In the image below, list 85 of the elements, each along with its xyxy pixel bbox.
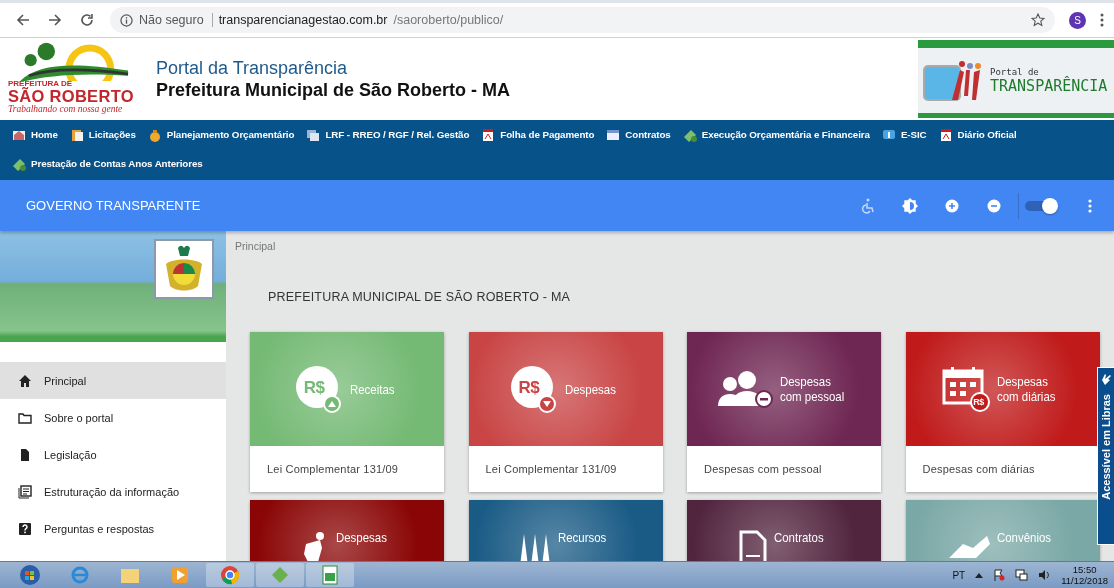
portal-title: Portal da Transparência: [156, 57, 349, 79]
table-icon: [606, 127, 621, 142]
card-title: Receitas: [349, 381, 395, 397]
file-icon: [18, 447, 32, 462]
nav-link[interactable]: Execução Orçamentária e Financeira: [682, 120, 870, 149]
card-title: Despesas com diárias: [997, 374, 1056, 404]
home-icon: [18, 373, 32, 388]
network-icon[interactable]: [1015, 569, 1029, 581]
flag-icon[interactable]: [993, 569, 1006, 581]
breadcrumb: Principal: [235, 240, 277, 252]
speaker-icon[interactable]: [1038, 569, 1052, 581]
star-icon[interactable]: [1031, 13, 1045, 27]
moneybag-icon: [147, 127, 162, 142]
more-icon: [1088, 198, 1092, 213]
banner-title: TRANSPARÊNCIA: [990, 76, 1108, 95]
page-heading: PREFEITURA MUNICIPAL DE SÃO ROBERTO - MA: [268, 290, 572, 304]
municipality-title: Prefeitura Municipal de São Roberto - MA: [156, 79, 512, 101]
card-title: Convênios: [996, 530, 1051, 545]
folder-icon: [18, 410, 32, 425]
nav-link[interactable]: Licitações: [69, 120, 136, 149]
url-host: transparencianagestao.com.br: [218, 13, 388, 27]
clipboard-icon: [69, 127, 84, 142]
nav-link[interactable]: Diário Oficial: [938, 120, 1017, 149]
nav-link[interactable]: Contratos: [606, 120, 671, 149]
card-caption: Lei Complementar 131/09: [266, 462, 400, 477]
coat-of-arms: [154, 239, 214, 299]
toggle-switch[interactable]: [1018, 192, 1058, 219]
libras-tab[interactable]: Acessível em Libras: [1097, 367, 1114, 545]
dashboard-card[interactable]: Contratos: [687, 500, 881, 561]
reload-button[interactable]: [78, 11, 96, 29]
card-title: Despesas: [336, 530, 387, 545]
nav-link[interactable]: Prestação de Contas Anos Anteriores: [12, 149, 203, 178]
libras-label: Acessível em Libras: [1100, 394, 1112, 500]
card-title: Recursos: [558, 530, 607, 545]
sidebar-item[interactable]: Perguntas e respostas: [0, 510, 226, 547]
stack-icon: [306, 127, 321, 142]
menu-icon[interactable]: [1100, 13, 1104, 27]
sidebar-item[interactable]: Estruturação da informação: [0, 473, 226, 510]
card-caption: Lei Complementar 131/09: [484, 462, 618, 477]
help-icon: [18, 521, 32, 536]
tray-arrow-icon[interactable]: [975, 572, 984, 578]
sidebar-item[interactable]: Legislação: [0, 436, 226, 473]
nav-link[interactable]: Planejamento Orçamentário: [147, 120, 295, 149]
nav-link[interactable]: LRF - RREO / RGF / Rel. Gestão: [306, 120, 470, 149]
sidebar-item[interactable]: Principal: [0, 362, 226, 399]
people-icon: [715, 369, 774, 409]
dashboard-card[interactable]: Despesas com pessoal Despesas com pessoal: [687, 332, 881, 492]
card-title: Despesas com pessoal: [779, 374, 844, 404]
hand-icon: [1100, 372, 1112, 386]
pdf-file-icon: [938, 127, 953, 142]
banner-caption: Portal de: [990, 66, 1039, 77]
taskbar-spreadsheet-icon[interactable]: [306, 563, 354, 587]
sidebar-item[interactable]: Sobre o portal: [0, 399, 226, 436]
info-icon: [881, 127, 896, 142]
cash-icon: [12, 156, 26, 171]
security-label: Não seguro: [139, 13, 213, 27]
address-bar[interactable]: Não seguro transparencianagestao.com.br /saoroberto/publico/: [110, 7, 1055, 33]
logo-text: SÃO ROBERTO: [8, 88, 134, 104]
card-title: Contratos: [773, 530, 824, 545]
card-title: Despesas: [564, 381, 616, 397]
info-icon: [120, 13, 133, 27]
pdf-file-icon: [481, 127, 496, 142]
dashboard-card[interactable]: R$ Receitas Lei Complementar 131/09: [250, 332, 444, 492]
url-path: /saoroberto/publico/: [393, 13, 504, 27]
list-icon: [18, 484, 32, 499]
windows-logo-icon: [19, 564, 41, 586]
nav-link[interactable]: Home: [12, 120, 58, 149]
app-title: GOVERNO TRANSPARENTE: [26, 198, 202, 213]
logo-text: PREFEITURA DE: [8, 79, 73, 88]
contrast-button[interactable]: [900, 195, 920, 216]
dashboard-card[interactable]: Recursos: [468, 500, 663, 561]
cash-icon: [682, 127, 697, 142]
clock[interactable]: 15:50 11/12/2018: [1061, 564, 1108, 586]
nav-link[interactable]: E-SIC: [881, 120, 927, 149]
card-caption: Despesas com pessoal: [703, 462, 823, 477]
dashboard-card[interactable]: R$ Despesas Lei Complementar 131/09: [468, 332, 663, 492]
profile-avatar[interactable]: S: [1069, 11, 1086, 29]
dashboard-card[interactable]: R$ Despesas com diárias Despesas com diárias: [905, 332, 1100, 492]
card-caption: Despesas com diárias: [921, 462, 1036, 477]
language-indicator[interactable]: PT: [952, 569, 966, 581]
document-icon: [737, 530, 768, 561]
nav-link[interactable]: Folha de Pagamento: [481, 120, 595, 149]
logo-slogan: Trabalhando com nossa gente: [8, 104, 123, 115]
taskbar-browser-icon[interactable]: [206, 563, 254, 587]
dashboard-card[interactable]: Despesas: [250, 500, 444, 561]
